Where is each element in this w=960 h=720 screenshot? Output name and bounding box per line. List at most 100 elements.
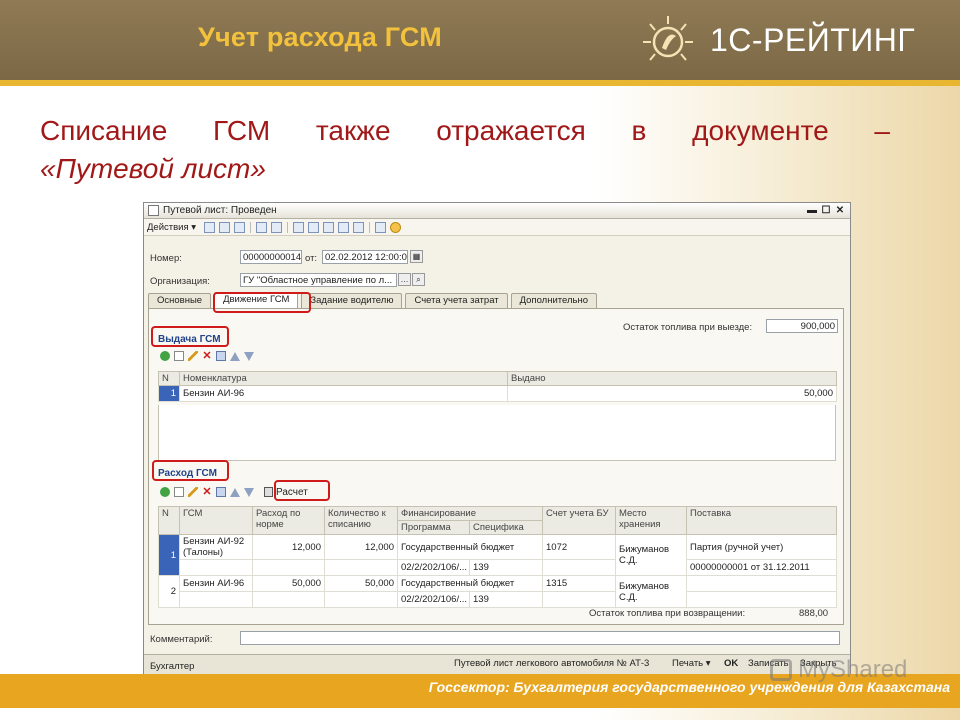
- tab-5[interactable]: Дополнительно: [510, 293, 597, 308]
- highlight-tab: [213, 292, 311, 313]
- move-down-icon[interactable]: [244, 351, 254, 361]
- row-program[interactable]: 02/2/202/106/...: [397, 591, 470, 608]
- organization-field[interactable]: ГУ "Областное управление по л...: [240, 273, 397, 287]
- table-row[interactable]: 1 Бензин АИ-92 (Талоны) 12,000 12,000 Го…: [158, 534, 837, 576]
- col-financing: Финансирование: [397, 506, 543, 521]
- form-print-link[interactable]: Путевой лист легкового автомобиля № АТ-3: [454, 658, 649, 669]
- heading-line-1: Списание ГСМ также отражается в документе –: [40, 112, 890, 150]
- highlight-calc: [274, 480, 330, 501]
- add-icon[interactable]: [160, 487, 170, 497]
- col-n: N: [158, 371, 180, 386]
- table-row[interactable]: 1 Бензин АИ-96 50,000: [158, 385, 837, 402]
- fuel-back-value: 888,00: [799, 608, 829, 619]
- sun-logo-icon: [643, 16, 693, 61]
- edit-icon[interactable]: [188, 487, 198, 497]
- actions-menu[interactable]: Действия ▾: [147, 222, 196, 233]
- row-quantity[interactable]: 12,000: [324, 534, 398, 560]
- fuel-out-field[interactable]: 900,000: [766, 319, 838, 333]
- row-norm[interactable]: 50,000: [252, 575, 325, 592]
- fuel-out-label: Остаток топлива при выезде:: [623, 322, 753, 333]
- table-row[interactable]: 2 Бензин АИ-96 50,000 50,000 Государстве…: [158, 575, 837, 608]
- row-fuel-extra: [179, 559, 253, 576]
- help-icon[interactable]: [390, 221, 402, 233]
- row-norm[interactable]: 12,000: [252, 534, 325, 560]
- tree-icon[interactable]: [353, 221, 365, 233]
- window-toolbar: Действия ▾: [144, 219, 850, 236]
- row-issued[interactable]: 50,000: [507, 385, 837, 402]
- row-storage[interactable]: Бижуманов С.Д.: [615, 575, 687, 608]
- row-specific[interactable]: 139: [469, 559, 543, 576]
- row-number: 1: [158, 534, 180, 576]
- search-icon[interactable]: ⌕: [412, 273, 425, 286]
- structure-icon[interactable]: [256, 221, 268, 233]
- row-account[interactable]: 1072: [542, 534, 616, 560]
- move-down-icon[interactable]: [244, 487, 254, 497]
- tab-4[interactable]: Счета учета затрат: [405, 293, 508, 308]
- issue-table-empty-area: [158, 405, 836, 461]
- col-account: Счет учета БУ: [542, 506, 616, 535]
- copy-row-icon[interactable]: [174, 351, 184, 361]
- move-up-icon[interactable]: [230, 487, 240, 497]
- row-financing[interactable]: Государственный бюджет: [397, 534, 543, 560]
- row-item[interactable]: Бензин АИ-96: [179, 385, 508, 402]
- table-icon[interactable]: [338, 221, 350, 233]
- grid-icon[interactable]: [216, 487, 226, 497]
- date-field[interactable]: 02.02.2012 12:00:01: [322, 250, 408, 264]
- row-account-extra: [542, 591, 616, 608]
- window-title: Путевой лист: Проведен: [163, 205, 277, 216]
- text-icon[interactable]: [375, 221, 387, 233]
- settings-icon[interactable]: [308, 221, 320, 233]
- copy-icon[interactable]: [234, 221, 246, 233]
- number-field[interactable]: 00000000014: [240, 250, 302, 264]
- table-row[interactable]: 02/2/202/106/... 139 00000000001 от 31.1…: [159, 559, 837, 576]
- row-supply-party[interactable]: Партия (ручной учет): [686, 534, 837, 560]
- heading-word: в: [631, 115, 647, 146]
- row-fuel[interactable]: Бензин АИ-96: [179, 575, 253, 592]
- tab-1[interactable]: Основные: [148, 293, 212, 308]
- row-specific[interactable]: 139: [469, 591, 543, 608]
- table-row[interactable]: 02/2/202/106/... 139: [159, 591, 837, 608]
- add-icon[interactable]: [160, 351, 170, 361]
- waybill-window: Путевой лист: Проведен ▬ ☐ ✕ Действия ▾ …: [143, 202, 851, 676]
- row-fuel[interactable]: Бензин АИ-92 (Талоны): [179, 534, 253, 560]
- heading-word: документе: [692, 115, 829, 146]
- comment-label: Комментарий:: [150, 634, 213, 645]
- filter-icon[interactable]: [323, 221, 335, 233]
- heading-line-2: «Путевой лист»: [40, 153, 266, 184]
- edit-icon[interactable]: [188, 351, 198, 361]
- row-supply-party[interactable]: [686, 575, 837, 592]
- col-quantity: Количество к списанию: [324, 506, 398, 535]
- heading-word: –: [874, 115, 890, 146]
- row-storage[interactable]: Бижуманов С.Д.: [615, 534, 687, 576]
- calendar-icon[interactable]: ▦: [410, 250, 423, 263]
- copy-row-icon[interactable]: [174, 487, 184, 497]
- calculator-icon: [264, 487, 273, 497]
- ok-button[interactable]: OK: [724, 658, 738, 669]
- brand-logo: 1С-РЕЙТИНГ: [640, 12, 915, 68]
- grid-icon[interactable]: [216, 351, 226, 361]
- report-icon[interactable]: [293, 221, 305, 233]
- move-up-icon[interactable]: [230, 351, 240, 361]
- comment-field[interactable]: [240, 631, 840, 645]
- document-icon: [148, 205, 159, 216]
- tab-3[interactable]: Задание водителю: [301, 293, 403, 308]
- row-supply-doc[interactable]: 00000000001 от 31.12.2011: [686, 559, 837, 576]
- row-supply-doc[interactable]: [686, 591, 837, 608]
- fuel-back-label: Остаток топлива при возвращении:: [589, 608, 746, 619]
- row-quantity[interactable]: 50,000: [324, 575, 398, 592]
- print-menu[interactable]: Печать ▾: [672, 658, 711, 669]
- delete-icon[interactable]: ✕: [202, 351, 212, 362]
- col-nomenclature: Номенклатура: [179, 371, 508, 386]
- save-icon[interactable]: [204, 221, 216, 233]
- row-financing[interactable]: Государственный бюджет: [397, 575, 543, 592]
- select-button[interactable]: …: [398, 273, 411, 286]
- col-storage: Место хранения: [615, 506, 687, 535]
- row-program[interactable]: 02/2/202/106/...: [397, 559, 470, 576]
- post-icon[interactable]: [219, 221, 231, 233]
- minimize-icon[interactable]: ▬: [806, 205, 818, 216]
- row-account[interactable]: 1315: [542, 575, 616, 592]
- maximize-icon[interactable]: ☐: [820, 205, 832, 216]
- movement-icon[interactable]: [271, 221, 283, 233]
- close-icon[interactable]: ✕: [834, 205, 846, 216]
- delete-icon[interactable]: ✕: [202, 487, 212, 498]
